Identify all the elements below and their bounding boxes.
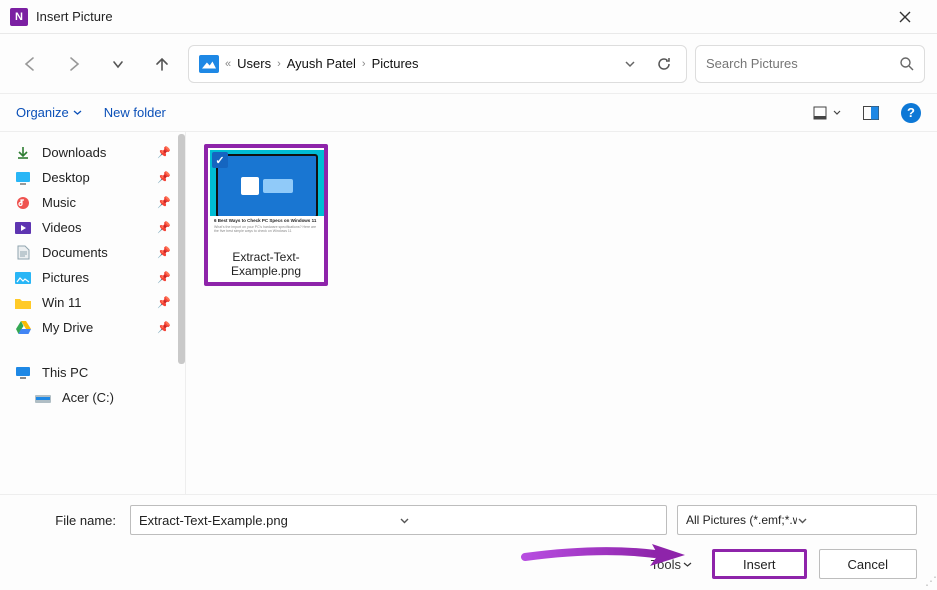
- organize-label: Organize: [16, 105, 69, 120]
- filetype-combobox[interactable]: All Pictures (*.emf;*.wmf;*.jpg;*.j: [677, 505, 917, 535]
- documents-icon: [14, 246, 32, 260]
- organize-menu[interactable]: Organize: [16, 105, 82, 120]
- insert-button[interactable]: Insert: [712, 549, 807, 579]
- sidebar-item-videos[interactable]: Videos 📌: [0, 215, 185, 240]
- resize-grip[interactable]: ⋰: [925, 574, 935, 588]
- tools-menu[interactable]: Tools: [651, 557, 692, 572]
- footer: File name: Extract-Text-Example.png All …: [0, 494, 937, 590]
- chevron-down-icon[interactable]: [797, 515, 908, 526]
- new-folder-label: New folder: [104, 105, 166, 120]
- chevron-down-icon: [683, 560, 692, 569]
- breadcrumb-overflow[interactable]: «: [225, 58, 231, 70]
- sidebar-label: Downloads: [42, 145, 106, 160]
- sidebar-label: Pictures: [42, 270, 89, 285]
- search-input[interactable]: [706, 56, 899, 71]
- sidebar-label: Win 11: [42, 295, 82, 310]
- filetype-value: All Pictures (*.emf;*.wmf;*.jpg;*.j: [686, 513, 797, 527]
- chevron-down-icon: [73, 108, 82, 117]
- file-list[interactable]: 6 Best Ways to Check PC Specs on Windows…: [186, 132, 937, 494]
- desktop-icon: [14, 171, 32, 185]
- back-button[interactable]: [12, 46, 48, 82]
- pictures-location-icon: [199, 55, 219, 73]
- sidebar-item-documents[interactable]: Documents 📌: [0, 240, 185, 265]
- pin-icon: 📌: [157, 221, 171, 234]
- sidebar-label: Documents: [42, 245, 108, 260]
- navigation-row: « Users › Ayush Patel › Pictures: [0, 34, 937, 94]
- sidebar-label: Acer (C:): [62, 390, 114, 405]
- address-bar[interactable]: « Users › Ayush Patel › Pictures: [188, 45, 687, 83]
- breadcrumb-sep-icon: ›: [362, 58, 366, 70]
- breadcrumb-ayush[interactable]: Ayush Patel: [287, 56, 356, 71]
- pin-icon: 📌: [157, 296, 171, 309]
- videos-icon: [14, 221, 32, 235]
- sidebar-item-pictures[interactable]: Pictures 📌: [0, 265, 185, 290]
- music-icon: [14, 196, 32, 210]
- file-thumbnail-selected[interactable]: 6 Best Ways to Check PC Specs on Windows…: [204, 144, 328, 286]
- file-label: Extract-Text-Example.png: [210, 244, 322, 280]
- sidebar-item-thispc[interactable]: This PC: [0, 360, 185, 385]
- pictures-icon: [14, 271, 32, 285]
- forward-button[interactable]: [56, 46, 92, 82]
- sidebar-item-acer-c[interactable]: Acer (C:): [0, 385, 185, 410]
- new-folder-button[interactable]: New folder: [104, 105, 166, 120]
- sidebar-label: Desktop: [42, 170, 90, 185]
- tools-label: Tools: [651, 557, 681, 572]
- folder-icon: [14, 296, 32, 310]
- onenote-app-icon: N: [10, 8, 28, 26]
- cancel-button[interactable]: Cancel: [819, 549, 917, 579]
- breadcrumb-sep-icon: ›: [277, 58, 281, 70]
- sidebar-item-win11[interactable]: Win 11 📌: [0, 290, 185, 315]
- toolbar-row: Organize New folder ?: [0, 94, 937, 132]
- view-mode-button[interactable]: [813, 106, 841, 120]
- refresh-button[interactable]: [652, 52, 676, 76]
- sidebar-item-desktop[interactable]: Desktop 📌: [0, 165, 185, 190]
- main-area: Downloads 📌 Desktop 📌 Music 📌 Videos 📌 D…: [0, 132, 937, 494]
- preview-headline: 6 Best Ways to Check PC Specs on Windows…: [214, 218, 320, 223]
- drive-icon: [34, 391, 52, 405]
- thispc-icon: [14, 366, 32, 380]
- download-icon: [14, 146, 32, 160]
- sidebar-label: This PC: [42, 365, 88, 380]
- breadcrumb-users[interactable]: Users: [237, 56, 271, 71]
- window-title: Insert Picture: [36, 9, 883, 24]
- pin-icon: 📌: [157, 196, 171, 209]
- chevron-down-icon: [833, 109, 841, 117]
- filename-combobox[interactable]: Extract-Text-Example.png: [130, 505, 667, 535]
- thumbnail-preview: 6 Best Ways to Check PC Specs on Windows…: [210, 150, 324, 244]
- sidebar-item-mydrive[interactable]: My Drive 📌: [0, 315, 185, 340]
- sidebar-item-music[interactable]: Music 📌: [0, 190, 185, 215]
- pin-icon: 📌: [157, 246, 171, 259]
- pin-icon: 📌: [157, 171, 171, 184]
- search-icon[interactable]: [899, 56, 914, 71]
- up-button[interactable]: [144, 46, 180, 82]
- filename-value: Extract-Text-Example.png: [139, 513, 399, 528]
- filename-label: File name:: [20, 513, 120, 528]
- sidebar-label: Music: [42, 195, 76, 210]
- pin-icon: 📌: [157, 321, 171, 334]
- pin-icon: 📌: [157, 146, 171, 159]
- search-box[interactable]: [695, 45, 925, 83]
- breadcrumb-pictures[interactable]: Pictures: [372, 56, 419, 71]
- pin-icon: 📌: [157, 271, 171, 284]
- preview-subtext: What's the import on your PC's hardware …: [214, 225, 320, 233]
- recent-locations-button[interactable]: [100, 46, 136, 82]
- close-button[interactable]: [883, 2, 927, 32]
- address-dropdown-button[interactable]: [620, 56, 640, 72]
- selected-check-icon: [212, 152, 228, 168]
- title-bar: N Insert Picture: [0, 0, 937, 34]
- sidebar-label: My Drive: [42, 320, 93, 335]
- sidebar-label: Videos: [42, 220, 82, 235]
- sidebar-scrollbar[interactable]: [178, 134, 185, 364]
- help-button[interactable]: ?: [901, 103, 921, 123]
- google-drive-icon: [14, 321, 32, 335]
- navigation-pane[interactable]: Downloads 📌 Desktop 📌 Music 📌 Videos 📌 D…: [0, 132, 186, 494]
- sidebar-item-downloads[interactable]: Downloads 📌: [0, 140, 185, 165]
- chevron-down-icon[interactable]: [399, 515, 659, 526]
- preview-pane-button[interactable]: [863, 106, 879, 120]
